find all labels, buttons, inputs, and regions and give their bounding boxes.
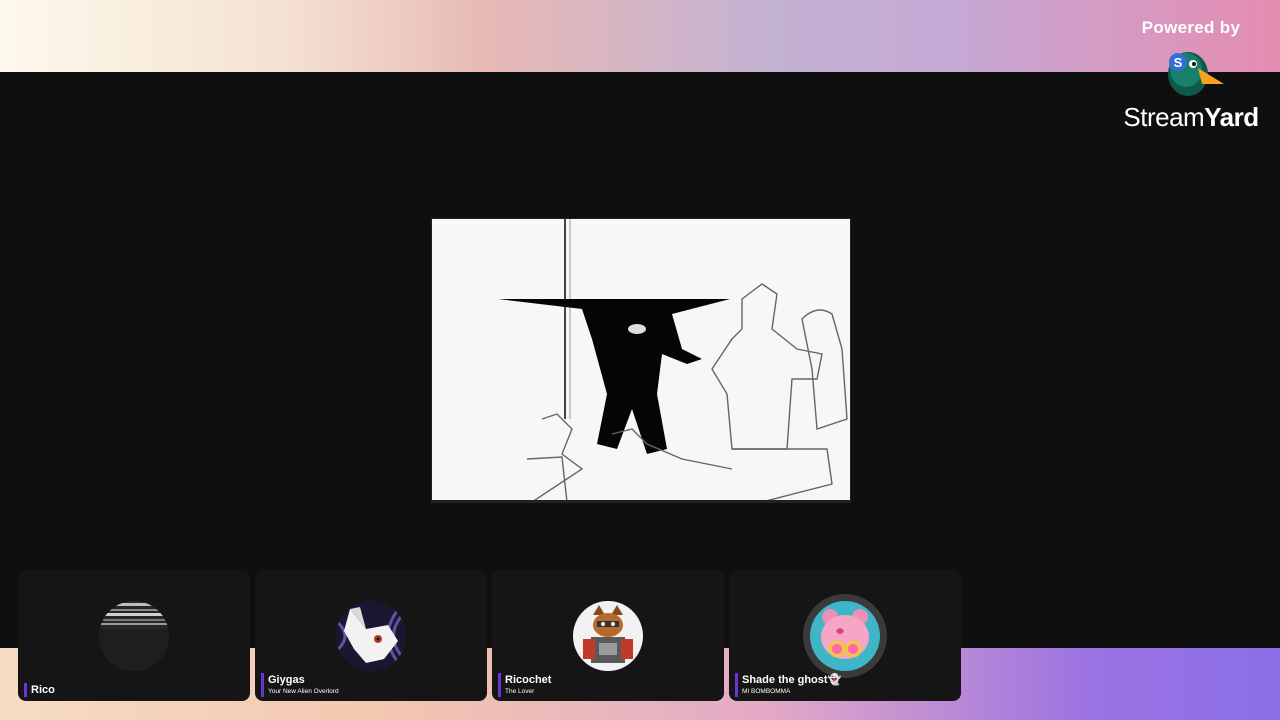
participant-tiles: Rico Giygas Your New Alien Overlord Rico… [18, 570, 968, 702]
svg-text:S: S [1174, 55, 1183, 70]
participant-name-tag: Ricochet The Lover [498, 673, 551, 697]
streamyard-branding: Powered by S StreamYard [1116, 16, 1266, 136]
top-banner [0, 0, 1280, 72]
participant-name-tag: Rico [24, 683, 55, 697]
participant-tile-ricochet[interactable]: Ricochet The Lover [492, 570, 724, 701]
participant-name: Shade the ghost👻 [742, 674, 842, 686]
powered-by-label: Powered by [1141, 18, 1241, 37]
participant-name: Ricochet [505, 674, 552, 686]
participant-name-tag: Shade the ghost👻 MI BOMBOMMA [735, 673, 841, 697]
white-fox-avatar-icon [336, 601, 406, 671]
participant-name: Rico [31, 684, 55, 696]
participant-tile-rico[interactable]: Rico [18, 570, 250, 701]
glitch-avatar-icon [99, 601, 169, 671]
participant-name-tag: Giygas Your New Alien Overlord [261, 673, 339, 697]
participant-tile-giygas[interactable]: Giygas Your New Alien Overlord [255, 570, 487, 701]
streamyard-wordmark: StreamYard [1123, 102, 1259, 132]
participant-subtitle: The Lover [505, 688, 535, 695]
pink-bear-avatar-icon [810, 601, 880, 671]
participant-subtitle: MI BOMBOMMA [742, 688, 791, 695]
robot-raccoon-avatar-icon [573, 601, 643, 671]
duck-mascot-icon: S [1158, 40, 1228, 100]
shared-video-frame [431, 218, 851, 503]
participant-tile-shade[interactable]: Shade the ghost👻 MI BOMBOMMA [729, 570, 961, 701]
participant-name: Giygas [268, 674, 305, 686]
participant-subtitle: Your New Alien Overlord [268, 688, 339, 695]
